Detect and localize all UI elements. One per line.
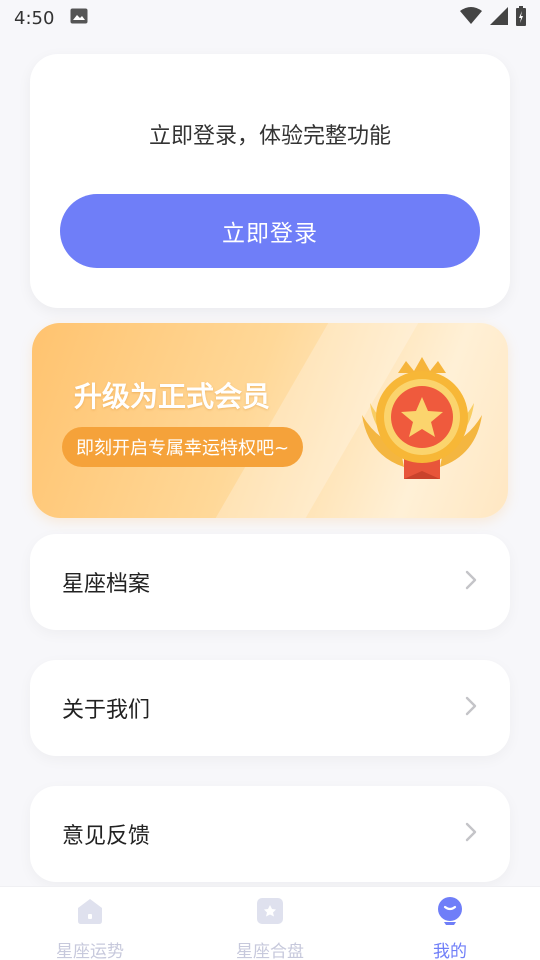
tab-label: 我的 xyxy=(433,942,467,960)
image-notification-icon xyxy=(70,8,88,29)
status-bar: 4:50 xyxy=(0,0,540,36)
login-prompt: 立即登录，体验完整功能 xyxy=(148,124,391,149)
tab-mine[interactable]: 我的 xyxy=(360,887,540,960)
profile-icon xyxy=(434,895,466,931)
star-card-icon xyxy=(254,895,286,931)
tab-horoscope[interactable]: 星座运势 xyxy=(0,887,180,960)
login-button[interactable]: 立即登录 xyxy=(60,194,480,268)
menu-item-label: 星座档案 xyxy=(62,572,151,597)
medal-icon xyxy=(354,355,490,489)
vip-upgrade-banner[interactable]: 升级为正式会员 即刻开启专属幸运特权吧~ xyxy=(32,323,508,518)
menu-item-label: 关于我们 xyxy=(62,698,151,723)
battery-icon xyxy=(516,5,526,31)
menu-item-label: 意见反馈 xyxy=(62,824,151,849)
chevron-right-icon xyxy=(464,821,478,847)
vip-title: 升级为正式会员 xyxy=(74,380,271,413)
tab-label: 星座合盘 xyxy=(236,942,304,960)
bottom-tab-bar: 星座运势 星座合盘 我的 xyxy=(0,886,540,960)
status-time: 4:50 xyxy=(14,7,55,29)
menu-item-about-us[interactable]: 关于我们 xyxy=(30,660,510,756)
tab-label: 星座运势 xyxy=(56,942,124,960)
login-card: 立即登录，体验完整功能 立即登录 xyxy=(30,54,510,308)
menu-item-feedback[interactable]: 意见反馈 xyxy=(30,786,510,882)
wifi-icon xyxy=(460,6,482,30)
chevron-right-icon xyxy=(464,569,478,595)
vip-subtitle: 即刻开启专属幸运特权吧~ xyxy=(62,427,304,467)
tab-compatibility[interactable]: 星座合盘 xyxy=(180,887,360,960)
house-icon xyxy=(74,895,106,931)
chevron-right-icon xyxy=(464,695,478,721)
signal-icon xyxy=(490,6,508,30)
menu-item-horoscope-profile[interactable]: 星座档案 xyxy=(30,534,510,630)
